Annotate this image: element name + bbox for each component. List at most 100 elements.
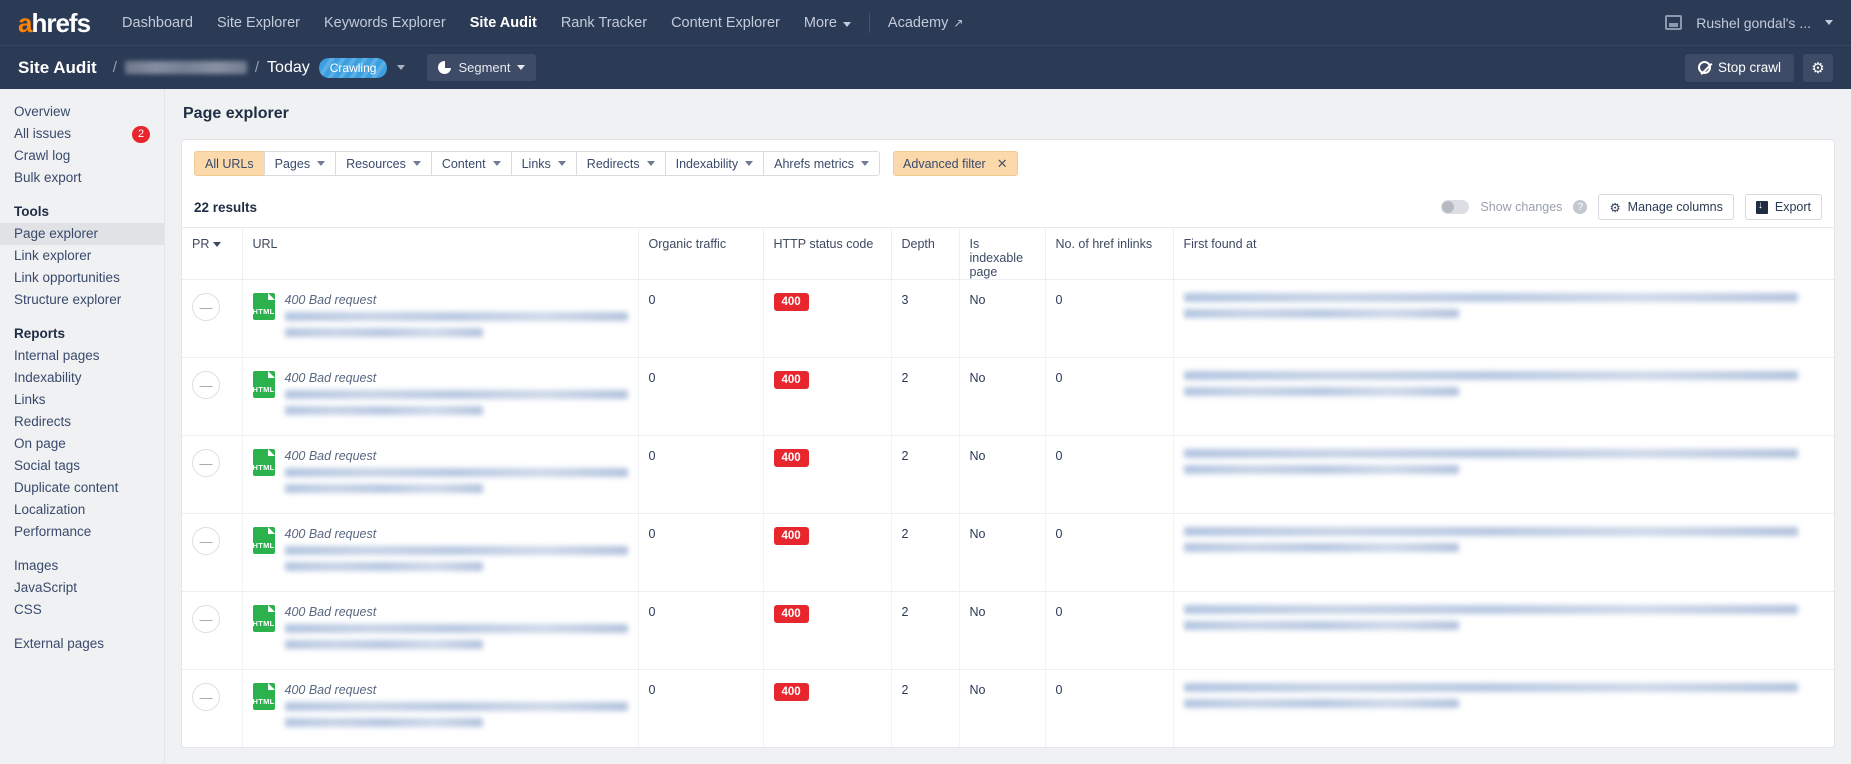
http-status-badge: 400	[773, 527, 809, 545]
sidebar-item-page-explorer[interactable]: Page explorer	[0, 223, 164, 245]
sidebar-item-duplicate-content[interactable]: Duplicate content	[0, 477, 164, 499]
filter-redirects[interactable]: Redirects	[575, 151, 665, 176]
sidebar-item-crawl-log[interactable]: Crawl log	[0, 145, 164, 167]
sidebar-item-link-explorer[interactable]: Link explorer	[0, 245, 164, 267]
question-mark-icon[interactable]: ?	[1573, 200, 1588, 214]
column-header-first-found-at[interactable]: First found at	[1173, 227, 1834, 280]
pr-value: —	[192, 527, 220, 555]
filter-ahrefs-metrics[interactable]: Ahrefs metrics	[763, 151, 881, 176]
table-row[interactable]: — HTML 400 Bad request 0 400 2 No 0	[182, 357, 1834, 436]
nav-link-content-explorer[interactable]: Content Explorer	[671, 15, 780, 31]
sidebar-item-javascript[interactable]: JavaScript	[0, 577, 164, 599]
sidebar-item-images[interactable]: Images	[0, 555, 164, 577]
chevron-down-icon[interactable]	[1825, 20, 1833, 25]
table-row[interactable]: — HTML 400 Bad request 0 400 2 No 0	[182, 591, 1834, 670]
user-menu-label[interactable]: Rushel gondal's ...	[1696, 15, 1811, 31]
settings-button[interactable]: ⚙	[1803, 53, 1833, 82]
column-header-pr[interactable]: PR	[182, 227, 243, 280]
filter-pages[interactable]: Pages	[263, 151, 336, 176]
table-row[interactable]: — HTML 400 Bad request 0 400 2 No 0	[182, 435, 1834, 514]
nav-link-site-audit[interactable]: Site Audit	[470, 15, 537, 31]
results-toolbar: 22 results Show changes ? ⚙ Manage colum…	[182, 187, 1834, 227]
chevron-down-icon	[492, 161, 501, 166]
cell-first-found-at[interactable]	[1173, 279, 1834, 358]
url-redacted-line	[284, 468, 628, 477]
column-header-http-status-code[interactable]: HTTP status code	[763, 227, 892, 280]
cell-url[interactable]: HTML 400 Bad request	[242, 591, 639, 670]
manage-columns-button[interactable]: ⚙ Manage columns	[1598, 194, 1734, 220]
table-row[interactable]: — HTML 400 Bad request 0 400 2 No 0	[182, 513, 1834, 592]
filter-links[interactable]: Links	[510, 151, 576, 176]
cell-first-found-at[interactable]	[1173, 669, 1834, 747]
cell-http-status: 400	[763, 513, 892, 592]
html-file-icon: HTML	[252, 449, 275, 476]
nav-link-dashboard[interactable]: Dashboard	[122, 15, 193, 31]
column-header-url[interactable]: URL	[242, 227, 639, 280]
explorer-card: All URLs Pages Resources Content Links Redire…	[181, 139, 1835, 748]
cell-first-found-at[interactable]	[1173, 357, 1834, 436]
sidebar-item-overview[interactable]: Overview	[0, 101, 164, 123]
nav-link-site-explorer[interactable]: Site Explorer	[217, 15, 300, 31]
nav-link-keywords-explorer[interactable]: Keywords Explorer	[324, 15, 446, 31]
cell-pr: —	[182, 591, 243, 670]
stop-crawl-button[interactable]: Stop crawl	[1684, 53, 1794, 82]
cell-is-indexable: No	[959, 435, 1046, 514]
sidebar-item-on-page[interactable]: On page	[0, 433, 164, 455]
cell-url[interactable]: HTML 400 Bad request	[242, 513, 639, 592]
export-button[interactable]: Export	[1744, 194, 1822, 220]
sidebar-item-external-pages[interactable]: External pages	[0, 633, 164, 655]
chevron-down-icon	[412, 161, 421, 166]
table-row[interactable]: — HTML 400 Bad request 0 400 3 No 0	[182, 279, 1834, 358]
sidebar-item-redirects[interactable]: Redirects	[0, 411, 164, 433]
cell-url[interactable]: HTML 400 Bad request	[242, 357, 639, 436]
nav-link-academy[interactable]: Academy ↗	[888, 15, 964, 31]
cell-first-found-at[interactable]	[1173, 513, 1834, 592]
cell-pr: —	[182, 357, 243, 436]
table-row[interactable]: — HTML 400 Bad request 0 400 2 No 0	[182, 669, 1834, 747]
first-found-redacted-line	[1183, 309, 1459, 318]
sidebar-item-css[interactable]: CSS	[0, 599, 164, 621]
filter-indexability[interactable]: Indexability	[664, 151, 764, 176]
cell-first-found-at[interactable]	[1173, 435, 1834, 514]
sidebar-item-label: Indexability	[14, 370, 82, 385]
manage-columns-label: Manage columns	[1627, 200, 1723, 214]
sidebar-item-all-issues[interactable]: All issues 2	[0, 123, 164, 145]
filter-content[interactable]: Content	[430, 151, 511, 176]
sidebar-item-performance[interactable]: Performance	[0, 521, 164, 543]
nav-link-rank-tracker[interactable]: Rank Tracker	[561, 15, 647, 31]
sidebar-item-structure-explorer[interactable]: Structure explorer	[0, 289, 164, 311]
sidebar-item-bulk-export[interactable]: Bulk export	[0, 167, 164, 189]
sidebar-item-localization[interactable]: Localization	[0, 499, 164, 521]
cell-first-found-at[interactable]	[1173, 591, 1834, 670]
html-file-icon: HTML	[252, 527, 275, 554]
filter-all-urls[interactable]: All URLs	[194, 151, 264, 176]
column-header-depth[interactable]: Depth	[891, 227, 960, 280]
project-name-redacted[interactable]	[124, 61, 247, 74]
cell-url[interactable]: HTML 400 Bad request	[242, 435, 639, 514]
column-header-organic-traffic[interactable]: Organic traffic	[638, 227, 764, 280]
sidebar-item-links[interactable]: Links	[0, 389, 164, 411]
sidebar-item-internal-pages[interactable]: Internal pages	[0, 345, 164, 367]
chevron-down-icon[interactable]	[397, 65, 406, 70]
top-navigation-bar: ahrefs Dashboard Site Explorer Keywords Ex…	[0, 0, 1851, 45]
advanced-filter-chip[interactable]: Advanced filter ✕	[893, 151, 1018, 176]
cell-url[interactable]: HTML 400 Bad request	[242, 669, 639, 747]
cell-url[interactable]: HTML 400 Bad request	[242, 279, 639, 358]
sidebar-item-label: Duplicate content	[14, 480, 119, 495]
column-header-is-indexable-page[interactable]: Is indexable page	[959, 227, 1046, 280]
crawl-date-label[interactable]: Today	[267, 59, 310, 77]
filter-resources[interactable]: Resources	[335, 151, 431, 176]
nav-link-more[interactable]: More	[804, 15, 851, 31]
sidebar-item-link-opportunities[interactable]: Link opportunities	[0, 267, 164, 289]
show-changes-toggle[interactable]	[1441, 200, 1470, 214]
html-file-icon: HTML	[252, 371, 275, 398]
segment-button[interactable]: Segment	[427, 54, 537, 81]
column-header-no-of-href-inlinks[interactable]: No. of href inlinks	[1045, 227, 1174, 280]
primary-nav-links: Dashboard Site Explorer Keywords Explorer S…	[122, 15, 851, 31]
sidebar-item-indexability[interactable]: Indexability	[0, 367, 164, 389]
ahrefs-logo[interactable]: ahrefs	[18, 10, 91, 36]
breadcrumb-separator-1: /	[112, 59, 117, 76]
inbox-icon[interactable]	[1665, 15, 1683, 30]
close-icon[interactable]: ✕	[997, 156, 1008, 172]
sidebar-item-social-tags[interactable]: Social tags	[0, 455, 164, 477]
